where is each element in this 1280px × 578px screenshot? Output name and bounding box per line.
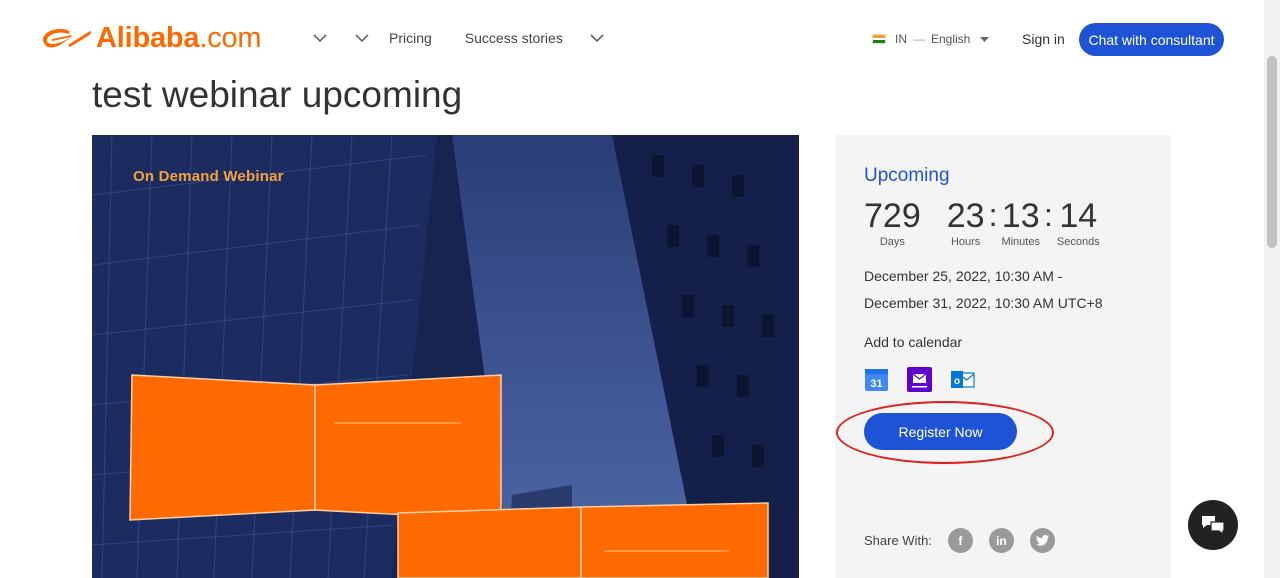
alibaba-logo[interactable]: Alibaba.com	[38, 20, 262, 56]
linkedin-icon[interactable]: in	[988, 528, 1014, 553]
yahoo-calendar-icon[interactable]	[907, 367, 932, 392]
countdown-separator: :	[1043, 197, 1053, 233]
share-label: Share With:	[864, 533, 932, 548]
sign-in-link[interactable]: Sign in	[1022, 31, 1065, 47]
nav-dropdown-2-chevron-icon[interactable]	[354, 28, 370, 48]
svg-text:31: 31	[870, 378, 882, 390]
countdown-seconds: 14 Seconds	[1057, 197, 1100, 248]
page-scrollbar[interactable]	[1264, 0, 1280, 578]
countdown-seconds-label: Seconds	[1056, 236, 1100, 248]
logo-suffix: .com	[199, 21, 262, 54]
live-chat-button[interactable]	[1188, 500, 1238, 550]
countdown-minutes-label: Minutes	[1001, 236, 1040, 248]
countdown-hours-label: Hours	[950, 236, 981, 248]
locale-selector[interactable]: IN — English	[872, 32, 990, 46]
google-calendar-icon[interactable]: 31	[864, 367, 889, 392]
countdown-days: 729 Days	[864, 197, 921, 248]
chat-bubbles-icon	[1202, 516, 1225, 536]
share-section: Share With: f in	[864, 528, 1055, 553]
event-date-start: December 25, 2022, 10:30 AM -	[864, 268, 1063, 284]
nav-more-chevron-icon[interactable]	[589, 28, 605, 48]
chat-with-consultant-button[interactable]: Chat with consultant	[1079, 23, 1224, 56]
countdown-timer: 729 Days 23 Hours : 13 Minutes : 14 Seco…	[864, 197, 1100, 248]
india-flag-icon	[872, 34, 886, 44]
locale-dash: —	[913, 32, 925, 46]
nav-success-stories[interactable]: Success stories	[465, 30, 563, 46]
svg-text:o: o	[954, 376, 960, 387]
highlight-annotation-circle	[836, 401, 1054, 464]
logo-text: Alibaba	[96, 21, 200, 54]
webinar-hero-image: On Demand Webinar	[92, 135, 799, 578]
main-nav: Pricing Success stories	[312, 28, 605, 48]
locale-country: IN	[895, 32, 907, 46]
countdown-hours-value: 23	[946, 197, 985, 235]
outlook-calendar-icon[interactable]: o	[950, 367, 975, 392]
event-date-end: December 31, 2022, 10:30 AM UTC+8	[864, 295, 1103, 311]
locale-language: English	[931, 32, 971, 46]
nav-dropdown-1-chevron-icon[interactable]	[312, 28, 328, 48]
countdown-hours: 23 Hours	[947, 197, 985, 248]
twitter-icon[interactable]	[1029, 528, 1055, 553]
site-header: Alibaba.com Pricing Success stories IN —…	[0, 0, 1264, 78]
event-info-panel: Upcoming 729 Days 23 Hours : 13 Minutes …	[835, 135, 1171, 578]
countdown-minutes: 13 Minutes	[1001, 197, 1040, 248]
event-date-range: December 25, 2022, 10:30 AM - December 3…	[864, 263, 1103, 317]
facebook-icon[interactable]: f	[947, 528, 973, 553]
countdown-separator: :	[988, 197, 998, 233]
countdown-minutes-value: 13	[1001, 197, 1040, 235]
add-to-calendar-label: Add to calendar	[864, 334, 963, 350]
countdown-days-value: 729	[864, 197, 921, 235]
hero-label: On Demand Webinar	[133, 168, 284, 185]
calendar-options: 31 o	[864, 367, 993, 392]
event-status: Upcoming	[864, 165, 950, 186]
alibaba-logo-icon	[42, 29, 91, 48]
page-title: test webinar upcoming	[92, 74, 463, 115]
countdown-seconds-value: 14	[1059, 197, 1098, 235]
nav-pricing[interactable]: Pricing	[389, 30, 432, 46]
countdown-days-label: Days	[879, 236, 905, 248]
scrollbar-thumb[interactable]	[1267, 56, 1277, 248]
caret-down-icon	[980, 32, 990, 46]
city-buildings-illustration	[92, 135, 799, 578]
